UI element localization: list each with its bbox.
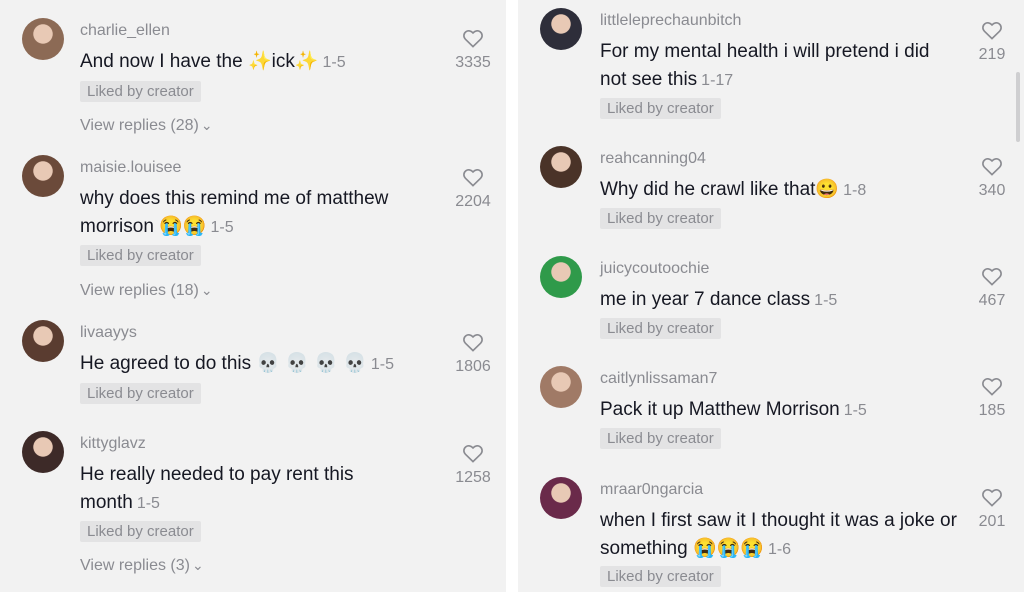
scrollbar[interactable] — [1016, 72, 1020, 142]
like-button[interactable]: 3335 — [443, 28, 503, 72]
like-button[interactable]: 1258 — [443, 443, 503, 487]
comment-username[interactable]: caitlynlissaman7 — [600, 370, 717, 388]
liked-by-creator-badge: Liked by creator — [80, 81, 201, 102]
comment-username[interactable]: maisie.louisee — [80, 159, 181, 177]
sparkles-emoji: ✨ — [294, 51, 319, 72]
heart-outline-icon — [982, 22, 1002, 40]
comment-username[interactable]: littleleprechaunbitch — [600, 12, 741, 30]
comment-date: 1-5 — [322, 54, 346, 71]
liked-by-creator-badge: Liked by creator — [600, 98, 721, 119]
heart-outline-icon — [982, 268, 1002, 286]
like-count: 3335 — [455, 54, 491, 71]
liked-by-creator-badge: Liked by creator — [80, 383, 201, 404]
like-button[interactable]: 219 — [962, 20, 1022, 64]
like-count: 1806 — [455, 358, 491, 375]
comment-text: Why did he crawl like that😀 1-8 — [600, 179, 867, 200]
avatar[interactable] — [540, 256, 582, 298]
like-button[interactable]: 201 — [962, 487, 1022, 531]
like-button[interactable]: 467 — [962, 266, 1022, 310]
avatar[interactable] — [540, 477, 582, 519]
grinning-emoji: 😀 — [815, 179, 840, 200]
liked-by-creator-badge: Liked by creator — [600, 566, 721, 587]
like-button[interactable]: 1806 — [443, 332, 503, 376]
liked-by-creator-badge: Liked by creator — [600, 428, 721, 449]
avatar[interactable] — [22, 431, 64, 473]
comment-username[interactable]: juicycoutoochie — [600, 260, 709, 278]
like-count: 467 — [978, 292, 1006, 309]
like-count: 219 — [978, 46, 1006, 63]
view-replies-button[interactable]: View replies (28) ⌄ — [80, 117, 213, 135]
avatar[interactable] — [540, 8, 582, 50]
skull-emoji: 💀 💀 💀 💀 — [256, 353, 367, 374]
avatar[interactable] — [22, 320, 64, 362]
avatar[interactable] — [540, 146, 582, 188]
avatar[interactable] — [22, 18, 64, 60]
comment-username[interactable]: livaayys — [80, 324, 137, 342]
liked-by-creator-badge: Liked by creator — [600, 318, 721, 339]
comment-text: why does this remind me of matthew morri… — [80, 188, 389, 237]
comment-username[interactable]: mraar0ngarcia — [600, 481, 703, 499]
comment-text: For my mental health i will pretend i di… — [600, 41, 930, 90]
comment-text: He agreed to do this 💀 💀 💀 💀 1-5 — [80, 353, 394, 374]
comment-text: me in year 7 dance class 1-5 — [600, 289, 838, 310]
heart-outline-icon — [982, 378, 1002, 396]
comment-date: 1-5 — [370, 356, 394, 373]
like-button[interactable]: 340 — [962, 156, 1022, 200]
comment-date: 1-5 — [814, 292, 838, 309]
comment-date: 1-8 — [843, 182, 867, 199]
like-count: 1258 — [455, 469, 491, 486]
comment-username[interactable]: charlie_ellen — [80, 22, 170, 40]
liked-by-creator-badge: Liked by creator — [80, 521, 201, 542]
view-replies-button[interactable]: View replies (3) ⌄ — [80, 557, 204, 575]
chevron-down-icon: ⌄ — [200, 282, 213, 298]
comment-date: 1-17 — [701, 72, 734, 89]
crying-emoji: 😭😭 — [159, 216, 207, 237]
comment-username[interactable]: kittyglavz — [80, 435, 146, 453]
comments-panel-left: charlie_ellen And now I have the ✨ick✨ 1-… — [0, 0, 506, 592]
comment-username[interactable]: reahcanning04 — [600, 150, 706, 168]
avatar[interactable] — [22, 155, 64, 197]
comment-date: 1-5 — [136, 495, 160, 512]
avatar[interactable] — [540, 366, 582, 408]
comment-date: 1-6 — [767, 541, 792, 558]
comment-text: He really needed to pay rent this month 1… — [80, 464, 354, 513]
comment-date: 1-5 — [843, 402, 867, 419]
sparkles-emoji: ✨ — [247, 51, 272, 72]
like-count: 2204 — [455, 193, 491, 210]
comment-date: 1-5 — [210, 219, 234, 236]
heart-outline-icon — [982, 158, 1002, 176]
chevron-down-icon: ⌄ — [191, 557, 204, 573]
heart-outline-icon — [463, 30, 483, 48]
view-replies-button[interactable]: View replies (18) ⌄ — [80, 282, 213, 300]
heart-outline-icon — [463, 334, 483, 352]
like-count: 185 — [978, 402, 1006, 419]
heart-outline-icon — [463, 445, 483, 463]
like-count: 340 — [978, 182, 1006, 199]
heart-outline-icon — [982, 489, 1002, 507]
comment-text: when I first saw it I thought it was a j… — [600, 510, 957, 559]
chevron-down-icon: ⌄ — [200, 117, 213, 133]
heart-outline-icon — [463, 169, 483, 187]
crying-emoji: 😭😭😭 — [692, 538, 764, 559]
liked-by-creator-badge: Liked by creator — [80, 245, 201, 266]
like-count: 201 — [978, 513, 1006, 530]
like-button[interactable]: 185 — [962, 376, 1022, 420]
like-button[interactable]: 2204 — [443, 167, 503, 211]
comment-text: And now I have the ✨ick✨ 1-5 — [80, 51, 346, 72]
liked-by-creator-badge: Liked by creator — [600, 208, 721, 229]
comments-panel-right: littleleprechaunbitch For my mental heal… — [518, 0, 1024, 592]
comment-text: Pack it up Matthew Morrison 1-5 — [600, 399, 867, 420]
